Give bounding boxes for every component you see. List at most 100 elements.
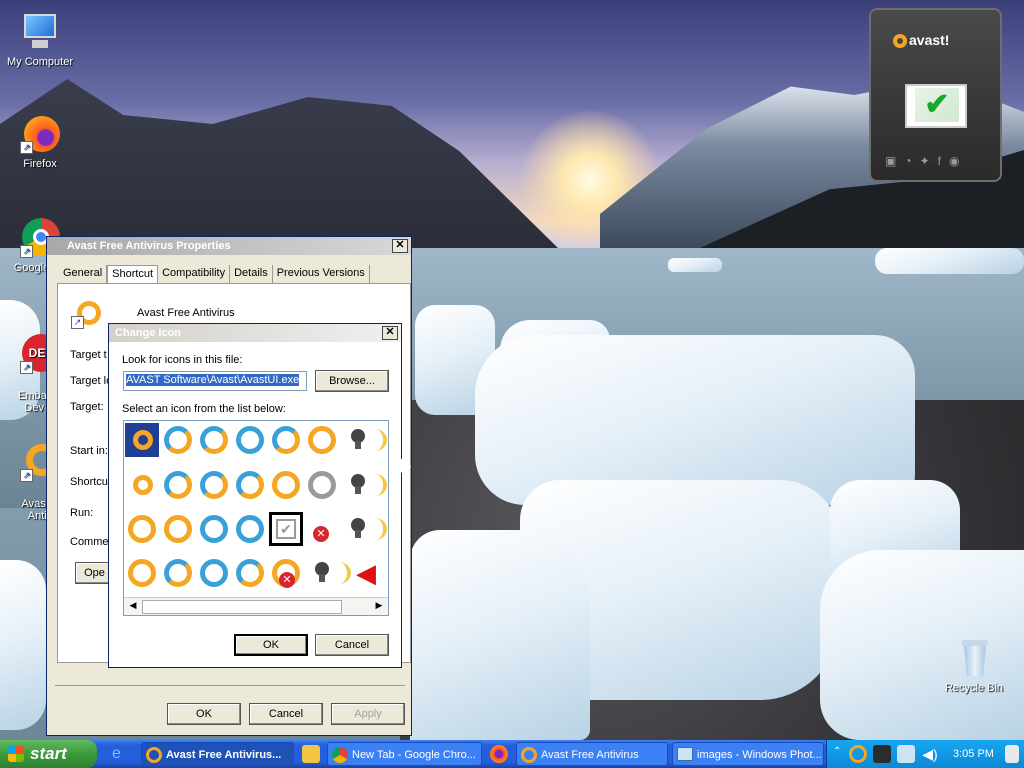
icon-option[interactable] xyxy=(197,423,231,457)
chrome-icon xyxy=(332,747,348,763)
app-name: Avast Free Antivirus xyxy=(137,307,235,319)
firefox-icon: ↗ xyxy=(20,114,60,154)
tab-previous-versions[interactable]: Previous Versions xyxy=(273,265,370,283)
icon-option[interactable] xyxy=(197,512,231,546)
avast-icon xyxy=(146,747,162,763)
ie-icon[interactable]: e xyxy=(112,745,130,763)
icon-file-input[interactable]: AVAST Software\Avast\AvastUI.exe xyxy=(123,371,307,391)
icon-option[interactable] xyxy=(269,468,303,502)
avast-app-icon: ↗ xyxy=(71,299,101,329)
change-icon-title: Change Icon xyxy=(115,327,182,339)
icon-option-selected[interactable] xyxy=(125,423,159,457)
icon-file-value: AVAST Software\Avast\AvastUI.exe xyxy=(126,374,300,386)
facebook-icon[interactable]: f xyxy=(938,154,949,168)
taskbar-button-photo-viewer[interactable]: images - Windows Phot... xyxy=(672,742,824,766)
avast-logo: avast! xyxy=(893,32,949,49)
divider xyxy=(55,685,405,686)
icon-option[interactable] xyxy=(125,556,159,590)
show-desktop-icon[interactable] xyxy=(1005,745,1019,763)
icon-option[interactable] xyxy=(197,556,231,590)
display-icon[interactable] xyxy=(873,745,891,763)
icon-option[interactable] xyxy=(161,556,195,590)
icon-option[interactable] xyxy=(233,512,267,546)
look-for-icons-label: Look for icons in this file: xyxy=(122,354,243,366)
scroll-right-icon[interactable]: ▶ xyxy=(372,600,386,614)
cancel-button[interactable]: Cancel xyxy=(249,703,323,725)
error-icon[interactable]: ✕ xyxy=(269,556,303,590)
avast-gadget[interactable]: avast! ✔ ▣◔✦f◉ xyxy=(869,8,1002,182)
clock[interactable]: 3:05 PM xyxy=(953,740,994,768)
icon-option[interactable] xyxy=(161,468,195,502)
change-icon-cancel-button[interactable]: Cancel xyxy=(315,634,389,656)
start-in-label: Start in: xyxy=(70,445,108,457)
desktop-icon-label: My Computer xyxy=(6,56,74,68)
icon-option[interactable] xyxy=(305,423,339,457)
scrollbar-thumb[interactable] xyxy=(142,600,342,614)
close-icon[interactable]: ✕ xyxy=(382,326,398,340)
recycle-bin-icon xyxy=(954,638,994,678)
ok-button[interactable]: OK xyxy=(167,703,241,725)
gadget-toolbar: ▣◔✦f◉ xyxy=(885,154,967,168)
browse-button[interactable]: Browse... xyxy=(315,370,389,392)
avast-icon xyxy=(521,747,537,763)
system-tray: ⌃ ◀) 3:05 PM xyxy=(826,740,1024,768)
icon-option[interactable] xyxy=(305,468,339,502)
twitter-icon[interactable]: ✦ xyxy=(920,154,938,168)
icon-option[interactable] xyxy=(233,423,267,457)
select-icon-label: Select an icon from the list below: xyxy=(122,403,286,415)
start-button[interactable]: start xyxy=(0,740,97,768)
shortcut-key-label: Shortcut xyxy=(70,476,111,488)
change-icon-ok-button[interactable]: OK xyxy=(234,634,308,656)
desktop-icon-my-computer[interactable]: My Computer xyxy=(0,12,80,68)
scroll-left-icon[interactable]: ◀ xyxy=(126,600,140,614)
firefox-icon[interactable] xyxy=(490,745,508,763)
change-icon-titlebar[interactable]: Change Icon ✕ xyxy=(109,324,401,342)
taskbar-button-avast-properties[interactable]: Avast Free Antivirus... xyxy=(141,742,294,766)
avast-tray-icon[interactable] xyxy=(849,745,867,763)
tab-compatibility[interactable]: Compatibility xyxy=(158,265,231,283)
rss-icon[interactable]: ◉ xyxy=(949,154,967,168)
icon-option[interactable] xyxy=(233,556,267,590)
icon-option[interactable] xyxy=(125,512,159,546)
taskbar-button-avast[interactable]: Avast Free Antivirus xyxy=(516,742,668,766)
error-icon[interactable]: ✕ xyxy=(305,512,339,546)
icon-option[interactable] xyxy=(161,512,195,546)
network-icon[interactable] xyxy=(897,745,915,763)
signal-icon[interactable] xyxy=(359,423,388,457)
chevron-up-icon[interactable]: ⌃ xyxy=(833,746,841,757)
target-location-label: Target lo xyxy=(70,375,113,387)
properties-titlebar[interactable]: Avast Free Antivirus Properties ✕ xyxy=(47,237,411,255)
avast-logo-icon xyxy=(893,34,907,49)
refresh-icon[interactable]: ◔ xyxy=(904,154,919,168)
taskbar: start e Avast Free Antivirus... New Tab … xyxy=(0,740,1024,768)
checkbox-icon[interactable]: ✔ xyxy=(269,512,303,546)
windows-logo-icon xyxy=(8,746,24,762)
icon-option[interactable] xyxy=(269,423,303,457)
tab-general[interactable]: General xyxy=(59,265,108,283)
desktop-icon-firefox[interactable]: ↗ Firefox xyxy=(0,114,80,170)
apply-button[interactable]: Apply xyxy=(331,703,405,725)
ice-block xyxy=(0,560,46,730)
window-icon[interactable]: ▣ xyxy=(885,154,904,168)
properties-title: Avast Free Antivirus Properties xyxy=(67,240,231,252)
run-label: Run: xyxy=(70,507,94,519)
icon-option[interactable] xyxy=(125,468,159,502)
image-icon xyxy=(677,747,693,761)
close-icon[interactable]: ✕ xyxy=(392,239,408,253)
signal-icon[interactable] xyxy=(359,468,388,502)
speaker-icon[interactable]: ◀) xyxy=(921,745,939,763)
arrow-left-icon[interactable]: ◀ xyxy=(349,556,383,590)
desktop-icon-recycle-bin[interactable]: Recycle Bin xyxy=(934,638,1014,694)
desktop-icon-label: Recycle Bin xyxy=(944,682,1004,694)
tab-shortcut[interactable]: Shortcut xyxy=(107,265,159,283)
tab-details[interactable]: Details xyxy=(230,265,273,283)
ice-floe xyxy=(875,248,1024,274)
taskbar-button-chrome[interactable]: New Tab - Google Chro... xyxy=(327,742,482,766)
icon-option[interactable] xyxy=(197,468,231,502)
icon-option[interactable] xyxy=(233,468,267,502)
icon-option[interactable] xyxy=(161,423,195,457)
media-player-icon[interactable] xyxy=(302,745,320,763)
signal-icon[interactable] xyxy=(359,512,388,546)
icon-list[interactable]: ✔ ✕ ✕ ◀ ◀ ▶ xyxy=(123,420,389,616)
horizontal-scrollbar[interactable]: ◀ ▶ xyxy=(124,597,388,615)
